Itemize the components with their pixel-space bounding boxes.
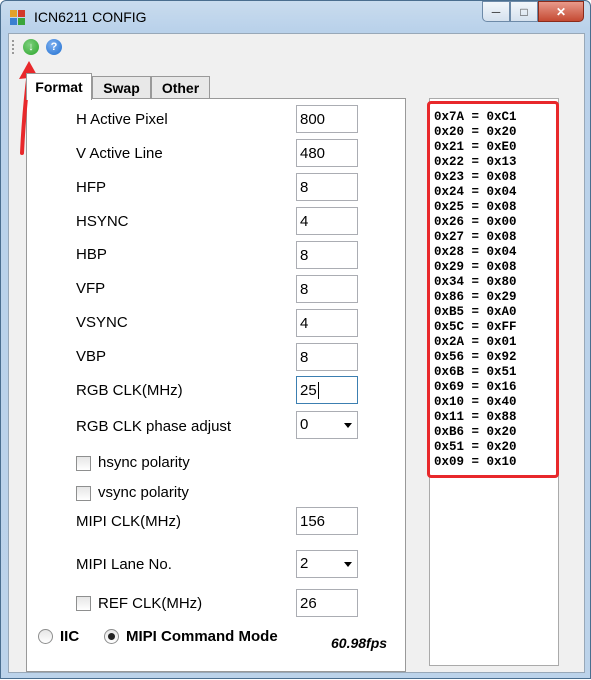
mipi-command-mode-label: MIPI Command Mode	[126, 628, 278, 645]
rgb-clk-input[interactable]: 25	[296, 376, 358, 404]
vsync-polarity-checkbox[interactable]	[76, 486, 91, 501]
maximize-icon: □	[520, 4, 528, 19]
vfp-label: VFP	[76, 280, 106, 297]
red-highlight-box	[427, 101, 559, 478]
hfp-input[interactable]: 8	[296, 173, 358, 201]
ref-clk-checkbox[interactable]	[76, 596, 91, 611]
help-icon[interactable]: ?	[46, 39, 62, 55]
rgb-clk-label: RGB CLK(MHz)	[76, 382, 183, 399]
fps-readout: 60.98fps	[331, 635, 388, 651]
title-bar[interactable]: ICN6211 CONFIG ─ □ ✕	[1, 1, 590, 33]
hsync-label: HSYNC	[76, 213, 129, 230]
minimize-icon: ─	[491, 4, 501, 19]
vfp-input[interactable]: 8	[296, 275, 358, 303]
mipi-clk-label: MIPI CLK(MHz)	[76, 513, 181, 530]
app-window: ICN6211 CONFIG ─ □ ✕ ↓ ? Format Swap Oth…	[0, 0, 591, 679]
close-icon: ✕	[555, 4, 567, 19]
toolbar: ↓ ?	[9, 34, 584, 62]
vsync-polarity-label: vsync polarity	[98, 484, 189, 501]
format-panel: H Active Pixel 800 V Active Line 480 HFP…	[26, 98, 406, 672]
vsync-input[interactable]: 4	[296, 309, 358, 337]
hsync-input[interactable]: 4	[296, 207, 358, 235]
close-button[interactable]: ✕	[538, 1, 584, 22]
rgb-phase-select[interactable]: 0	[296, 411, 358, 439]
tab-format[interactable]: Format	[26, 73, 92, 100]
mipi-lane-select[interactable]: 2	[296, 550, 358, 578]
h-active-pixel-input[interactable]: 800	[296, 105, 358, 133]
ref-clk-input[interactable]: 26	[296, 589, 358, 617]
app-icon	[10, 10, 26, 26]
v-active-line-label: V Active Line	[76, 145, 163, 162]
mipi-command-mode-radio[interactable]	[104, 629, 119, 644]
tab-other[interactable]: Other	[151, 76, 210, 99]
tab-swap[interactable]: Swap	[92, 76, 151, 99]
vbp-input[interactable]: 8	[296, 343, 358, 371]
hsync-polarity-checkbox[interactable]	[76, 456, 91, 471]
maximize-button[interactable]: □	[510, 1, 538, 22]
mipi-clk-input[interactable]: 156	[296, 507, 358, 535]
client-area: ↓ ? Format Swap Other H Active Pixel 800…	[8, 33, 585, 673]
download-icon[interactable]: ↓	[23, 39, 39, 55]
chevron-down-icon	[344, 423, 352, 428]
iic-label: IIC	[60, 628, 80, 645]
hfp-label: HFP	[76, 179, 106, 196]
hsync-polarity-label: hsync polarity	[98, 454, 190, 471]
minimize-button[interactable]: ─	[482, 1, 510, 22]
chevron-down-icon	[344, 562, 352, 567]
iic-radio[interactable]	[38, 629, 53, 644]
mipi-lane-label: MIPI Lane No.	[76, 556, 172, 573]
v-active-line-input[interactable]: 480	[296, 139, 358, 167]
h-active-pixel-label: H Active Pixel	[76, 111, 168, 128]
window-title: ICN6211 CONFIG	[34, 9, 147, 25]
vsync-label: VSYNC	[76, 314, 128, 331]
toolbar-grip[interactable]	[12, 40, 16, 54]
ref-clk-label: REF CLK(MHz)	[98, 595, 203, 612]
hbp-input[interactable]: 8	[296, 241, 358, 269]
vbp-label: VBP	[76, 348, 107, 365]
rgb-phase-label: RGB CLK phase adjust	[76, 418, 232, 435]
hbp-label: HBP	[76, 246, 107, 263]
